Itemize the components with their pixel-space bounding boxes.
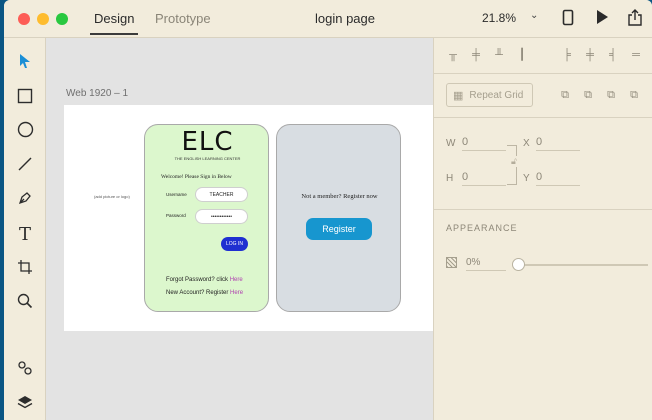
forgot-password-link[interactable]: Here xyxy=(230,277,243,283)
align-top-icon[interactable]: ╥ xyxy=(446,48,460,62)
pen-tool-icon[interactable] xyxy=(15,188,35,208)
minimize-window-button[interactable] xyxy=(37,13,49,25)
property-inspector: ╥ ╪ ╨ ┃ ╞ ╪ ╡ ═ ▦ Repeat Grid ⧉ ⧉ ⧉ ⧉ W … xyxy=(433,38,652,420)
register-button[interactable]: Register xyxy=(306,218,372,240)
username-field[interactable]: TEACHER xyxy=(195,187,248,202)
new-account-line: New Account? Register Here xyxy=(166,290,243,296)
forgot-password-text: Forgot Password? click xyxy=(166,277,230,283)
appearance-heading: APPEARANCE xyxy=(446,223,518,233)
align-middle-icon[interactable]: ╪ xyxy=(469,48,483,62)
width-label: W xyxy=(446,138,456,149)
repeat-grid-label: Repeat Grid xyxy=(469,89,524,101)
active-tab-indicator xyxy=(90,33,138,35)
text-tool-icon[interactable]: T xyxy=(15,224,35,245)
member-text: Not a member? Register now xyxy=(301,193,378,200)
height-label: H xyxy=(446,173,454,184)
login-card: ELC THE ENGLISH LEARNING CENTER Welcome!… xyxy=(144,124,269,312)
distribute-vertical-icon[interactable]: ═ xyxy=(629,48,643,62)
boolean-subtract-icon[interactable]: ⧉ xyxy=(581,88,595,102)
align-toolbar: ╥ ╪ ╨ ┃ ╞ ╪ ╡ ═ xyxy=(434,38,652,74)
register-card: Not a member? Register now Register xyxy=(276,124,401,312)
line-tool-icon[interactable] xyxy=(15,154,35,174)
dimensions-section: W 0 H 0 🔓︎ X 0 Y 0 xyxy=(434,118,652,210)
opacity-slider[interactable] xyxy=(518,264,648,266)
welcome-text: Welcome! Please Sign in Below xyxy=(161,174,232,180)
width-input[interactable]: 0 xyxy=(462,136,506,151)
logo-placeholder-text: (add picture or logo) xyxy=(94,194,130,199)
opacity-icon xyxy=(446,257,457,268)
assets-icon[interactable] xyxy=(15,358,35,378)
tab-design[interactable]: Design xyxy=(94,11,134,26)
title-bar: Design Prototype login page 21.8% ⌄ xyxy=(4,0,652,38)
zoom-tool-icon[interactable] xyxy=(15,291,35,311)
opacity-slider-handle[interactable] xyxy=(512,258,525,271)
app-window: Design Prototype login page 21.8% ⌄ T We… xyxy=(4,0,652,420)
artboard-label[interactable]: Web 1920 – 1 xyxy=(66,88,128,99)
layers-icon[interactable] xyxy=(15,392,35,412)
repeat-grid-icon: ▦ xyxy=(453,89,464,102)
rectangle-tool-icon[interactable] xyxy=(15,86,35,106)
share-icon[interactable] xyxy=(627,9,643,32)
tab-prototype[interactable]: Prototype xyxy=(155,11,211,26)
artboard[interactable]: (add picture or logo) ELC THE ENGLISH LE… xyxy=(64,105,436,331)
repeat-grid-button[interactable]: ▦ Repeat Grid xyxy=(446,83,533,107)
x-label: X xyxy=(523,138,530,149)
device-preview-icon[interactable] xyxy=(562,9,574,31)
elc-logo: ELC xyxy=(181,127,234,157)
login-button[interactable]: LOG IN xyxy=(221,237,248,251)
repeat-grid-row: ▦ Repeat Grid ⧉ ⧉ ⧉ ⧉ xyxy=(434,74,652,118)
new-account-link[interactable]: Here xyxy=(230,290,243,296)
y-label: Y xyxy=(523,173,530,184)
chevron-down-icon[interactable]: ⌄ xyxy=(530,10,538,21)
password-label: Password xyxy=(166,213,186,218)
align-bottom-icon[interactable]: ╨ xyxy=(492,48,506,62)
align-center-icon[interactable]: ╪ xyxy=(583,48,597,62)
y-input[interactable]: 0 xyxy=(536,171,580,186)
align-right-icon[interactable]: ╡ xyxy=(606,48,620,62)
ellipse-tool-icon[interactable] xyxy=(15,119,35,139)
boolean-exclude-icon[interactable]: ⧉ xyxy=(627,88,641,102)
username-label: Username xyxy=(166,192,187,197)
logo-subtitle: THE ENGLISH LEARNING CENTER xyxy=(174,156,241,161)
password-field[interactable]: •••••••••••• xyxy=(195,209,248,224)
distribute-horizontal-icon[interactable]: ┃ xyxy=(515,48,529,62)
height-input[interactable]: 0 xyxy=(462,171,506,186)
boolean-add-icon[interactable]: ⧉ xyxy=(558,88,572,102)
new-account-text: New Account? Register xyxy=(166,290,231,296)
artboard-tool-icon[interactable] xyxy=(15,257,35,277)
opacity-input[interactable]: 0% xyxy=(466,257,506,271)
select-tool-icon[interactable] xyxy=(15,51,35,71)
boolean-intersect-icon[interactable]: ⧉ xyxy=(604,88,618,102)
left-toolbar: T xyxy=(4,38,46,420)
maximize-window-button[interactable] xyxy=(56,13,68,25)
forgot-password-line: Forgot Password? click Here xyxy=(166,277,243,283)
document-title: login page xyxy=(315,11,375,26)
x-input[interactable]: 0 xyxy=(536,136,580,151)
lock-icon[interactable]: 🔓︎ xyxy=(511,156,517,167)
align-left-icon[interactable]: ╞ xyxy=(560,48,574,62)
close-window-button[interactable] xyxy=(18,13,30,25)
design-canvas[interactable]: Web 1920 – 1 (add picture or logo) ELC T… xyxy=(46,38,436,420)
play-icon[interactable] xyxy=(595,9,609,30)
zoom-level[interactable]: 21.8% xyxy=(482,11,516,25)
